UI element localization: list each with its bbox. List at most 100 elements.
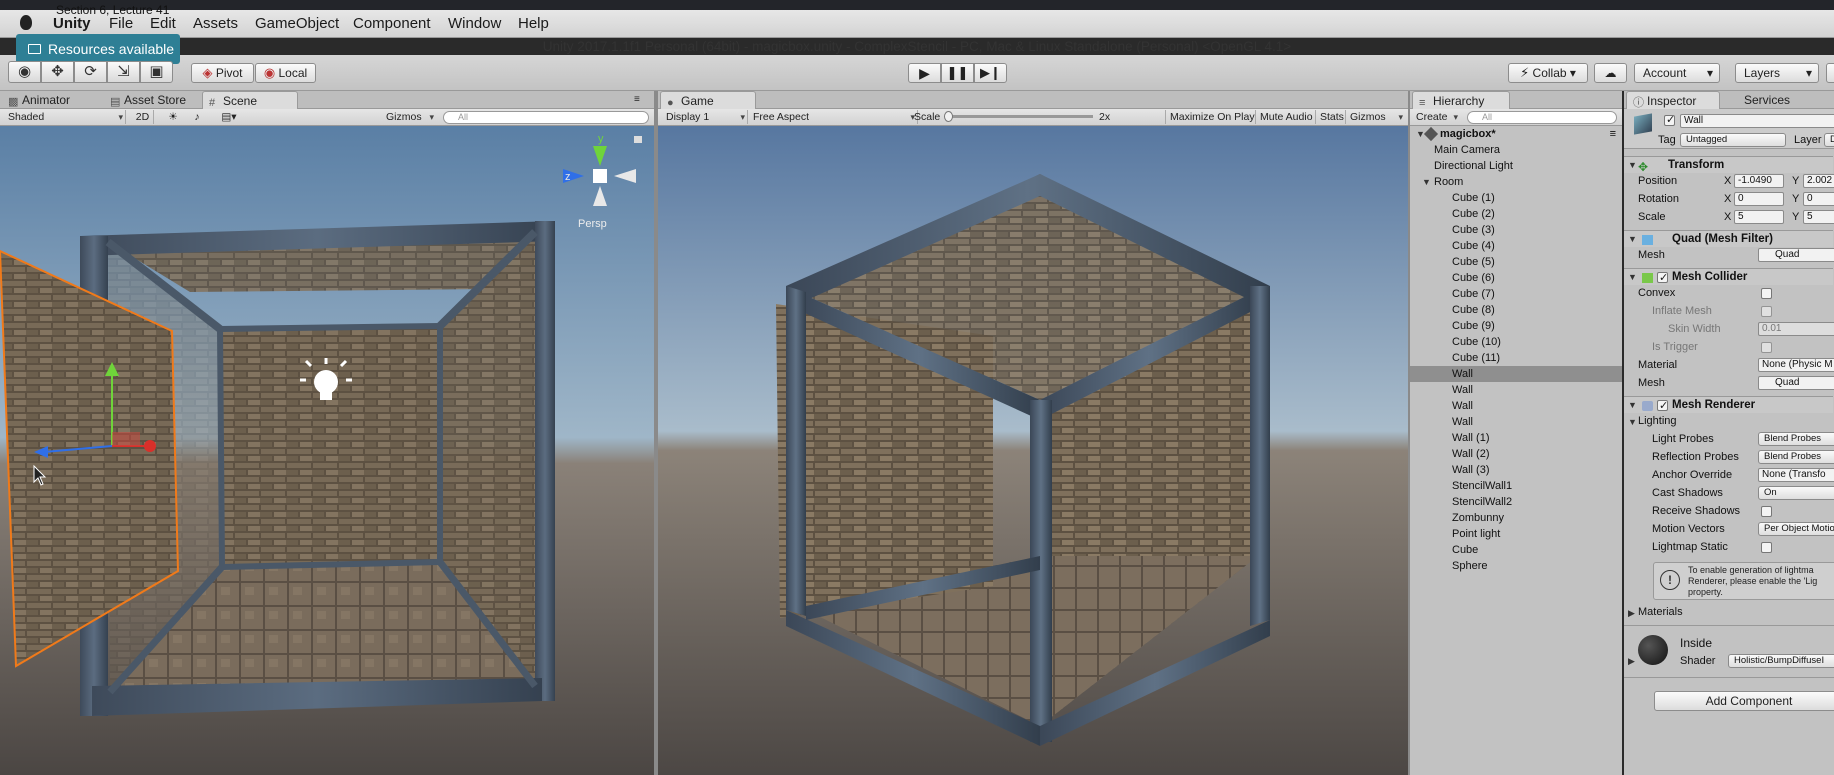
hierarchy-item[interactable]: Sphere bbox=[1410, 558, 1622, 574]
hierarchy-item[interactable]: Cube bbox=[1410, 542, 1622, 558]
scene-menu-icon[interactable]: ≡ bbox=[1610, 126, 1616, 142]
tab-services[interactable]: Services bbox=[1720, 91, 1800, 109]
hierarchy-item[interactable]: Wall bbox=[1410, 398, 1622, 414]
rotation-y-field[interactable]: 0 bbox=[1803, 192, 1834, 206]
hierarchy-item[interactable]: Cube (11) bbox=[1410, 350, 1622, 366]
motion-vectors-dropdown[interactable]: Per Object Motio bbox=[1758, 522, 1834, 536]
hierarchy-item[interactable]: Cube (2) bbox=[1410, 206, 1622, 222]
materials-expand-icon[interactable]: ▶ bbox=[1628, 608, 1635, 619]
collider-mesh-field[interactable]: Quad bbox=[1758, 376, 1834, 390]
position-y-field[interactable]: 2.002 bbox=[1803, 174, 1834, 188]
hierarchy-item[interactable]: Cube (5) bbox=[1410, 254, 1622, 270]
apple-icon[interactable] bbox=[20, 15, 32, 30]
scene-gizmos-dropdown[interactable]: Gizmos bbox=[386, 110, 436, 124]
hierarchy-item[interactable]: Cube (4) bbox=[1410, 238, 1622, 254]
tab-asset-store[interactable]: ▤ Asset Store bbox=[104, 91, 202, 109]
scene-lighting-icon[interactable]: ☀ bbox=[166, 110, 180, 124]
mesh-collider-header[interactable]: ▼ Mesh Collider bbox=[1624, 268, 1833, 287]
mesh-renderer-enabled-checkbox[interactable] bbox=[1657, 398, 1668, 415]
resources-available-badge[interactable]: Resources available bbox=[16, 34, 180, 64]
game-gizmos-dropdown[interactable]: Gizmos bbox=[1345, 110, 1405, 124]
rotate-tool-icon[interactable]: ⟳ bbox=[74, 61, 107, 83]
scale-tool-icon[interactable]: ⇲ bbox=[107, 61, 140, 83]
hierarchy-item[interactable]: Cube (8) bbox=[1410, 302, 1622, 318]
hierarchy-expand-icon[interactable]: ▼ bbox=[1422, 174, 1431, 190]
mesh-collider-enabled-checkbox[interactable] bbox=[1657, 270, 1668, 287]
game-view[interactable] bbox=[658, 126, 1408, 775]
cloud-button[interactable]: ☁ bbox=[1594, 63, 1627, 83]
menu-app-name[interactable]: Unity bbox=[53, 15, 91, 32]
step-button[interactable]: ▶❙ bbox=[974, 63, 1007, 83]
hierarchy-item[interactable]: Point light bbox=[1410, 526, 1622, 542]
scene-effects-icon[interactable]: ▤▾ bbox=[218, 110, 240, 124]
hierarchy-item[interactable]: StencilWall2 bbox=[1410, 494, 1622, 510]
lighting-expand-icon[interactable]: ▼ bbox=[1628, 417, 1637, 427]
mesh-filter-expand-icon[interactable]: ▼ bbox=[1628, 231, 1637, 248]
hierarchy-item[interactable]: Cube (1) bbox=[1410, 190, 1622, 206]
active-checkbox[interactable] bbox=[1664, 113, 1675, 126]
inflate-mesh-checkbox[interactable] bbox=[1761, 306, 1772, 317]
mesh-filter-header[interactable]: ▼ Quad (Mesh Filter) bbox=[1624, 230, 1833, 247]
layers-dropdown[interactable]: Layers ▾ bbox=[1735, 63, 1819, 83]
hierarchy-item[interactable]: Wall (1) bbox=[1410, 430, 1622, 446]
menu-edit[interactable]: Edit bbox=[150, 15, 176, 32]
light-probes-dropdown[interactable]: Blend Probes bbox=[1758, 432, 1834, 446]
tab-game[interactable]: ● Game bbox=[660, 91, 756, 109]
hierarchy-item[interactable]: Cube (7) bbox=[1410, 286, 1622, 302]
aspect-dropdown[interactable]: Free Aspect bbox=[753, 110, 918, 124]
mesh-collider-expand-icon[interactable]: ▼ bbox=[1628, 269, 1637, 286]
hierarchy-create-dropdown[interactable]: Create bbox=[1416, 110, 1460, 124]
hierarchy-item[interactable]: Cube (6) bbox=[1410, 270, 1622, 286]
tag-dropdown[interactable]: Untagged bbox=[1680, 133, 1786, 147]
shader-dropdown[interactable]: Holistic/BumpDiffuseI bbox=[1728, 654, 1834, 668]
scale-slider-thumb[interactable] bbox=[944, 111, 953, 122]
hierarchy-item[interactable]: Wall bbox=[1410, 382, 1622, 398]
mesh-filter-mesh-field[interactable]: Quad bbox=[1758, 248, 1834, 262]
move-tool-icon[interactable]: ✥ bbox=[41, 61, 74, 83]
scene-lock-icon[interactable] bbox=[634, 136, 642, 143]
hierarchy-search-input[interactable]: All bbox=[1467, 111, 1617, 124]
hierarchy-item[interactable]: Cube (9) bbox=[1410, 318, 1622, 334]
menu-component[interactable]: Component bbox=[353, 15, 431, 32]
menu-help[interactable]: Help bbox=[518, 15, 549, 32]
local-toggle[interactable]: ◉ Local bbox=[255, 63, 316, 83]
hierarchy-item[interactable]: StencilWall1 bbox=[1410, 478, 1622, 494]
hand-tool-icon[interactable]: ◉ bbox=[8, 61, 41, 83]
convex-checkbox[interactable] bbox=[1761, 288, 1772, 299]
hierarchy-item[interactable]: Wall bbox=[1410, 414, 1622, 430]
lightmap-static-checkbox[interactable] bbox=[1761, 542, 1772, 553]
rotation-x-field[interactable]: 0 bbox=[1734, 192, 1784, 206]
is-trigger-checkbox[interactable] bbox=[1761, 342, 1772, 353]
hierarchy-item[interactable]: Cube (10) bbox=[1410, 334, 1622, 350]
scene-view[interactable]: y z Persp bbox=[0, 126, 654, 775]
mode-2d-toggle[interactable]: 2D bbox=[132, 110, 154, 124]
layer-dropdown[interactable]: De bbox=[1824, 133, 1834, 147]
hierarchy-item[interactable]: Wall (2) bbox=[1410, 446, 1622, 462]
layout-dropdown[interactable] bbox=[1826, 63, 1834, 83]
point-light-icon[interactable] bbox=[314, 370, 338, 394]
gizmo-x-handle[interactable] bbox=[144, 440, 156, 452]
mesh-renderer-header[interactable]: ▼ Mesh Renderer bbox=[1624, 396, 1833, 415]
orientation-gizmo[interactable] bbox=[593, 169, 607, 183]
shader-expand-icon[interactable]: ▶ bbox=[1628, 656, 1635, 667]
transform-header[interactable]: ▼ ✥ Transform bbox=[1624, 156, 1833, 174]
menu-window[interactable]: Window bbox=[448, 15, 501, 32]
perspective-label[interactable]: Persp bbox=[578, 218, 607, 230]
display-dropdown[interactable]: Display 1 bbox=[666, 110, 748, 124]
account-dropdown[interactable]: Account ▾ bbox=[1634, 63, 1720, 83]
cast-shadows-dropdown[interactable]: On bbox=[1758, 486, 1834, 500]
mesh-renderer-expand-icon[interactable]: ▼ bbox=[1628, 397, 1637, 414]
collab-dropdown[interactable]: ⚡ Collab ▾ bbox=[1508, 63, 1588, 83]
collider-material-field[interactable]: None (Physic M bbox=[1758, 358, 1834, 372]
scale-y-field[interactable]: 5 bbox=[1803, 210, 1834, 224]
menu-file[interactable]: File bbox=[109, 15, 133, 32]
hierarchy-item[interactable]: Wall (3) bbox=[1410, 462, 1622, 478]
scene-root-row[interactable]: ▼ magicbox* ≡ bbox=[1410, 126, 1622, 142]
tab-animator[interactable]: ▩ Animator bbox=[2, 91, 102, 109]
skin-width-field[interactable]: 0.01 bbox=[1758, 322, 1834, 336]
tab-scene[interactable]: # Scene bbox=[202, 91, 298, 109]
anchor-override-field[interactable]: None (Transfo bbox=[1758, 468, 1834, 482]
hierarchy-item[interactable]: Directional Light bbox=[1410, 158, 1622, 174]
pivot-toggle[interactable]: ◈ Pivot bbox=[191, 63, 254, 83]
position-x-field[interactable]: -1.0490 bbox=[1734, 174, 1784, 188]
